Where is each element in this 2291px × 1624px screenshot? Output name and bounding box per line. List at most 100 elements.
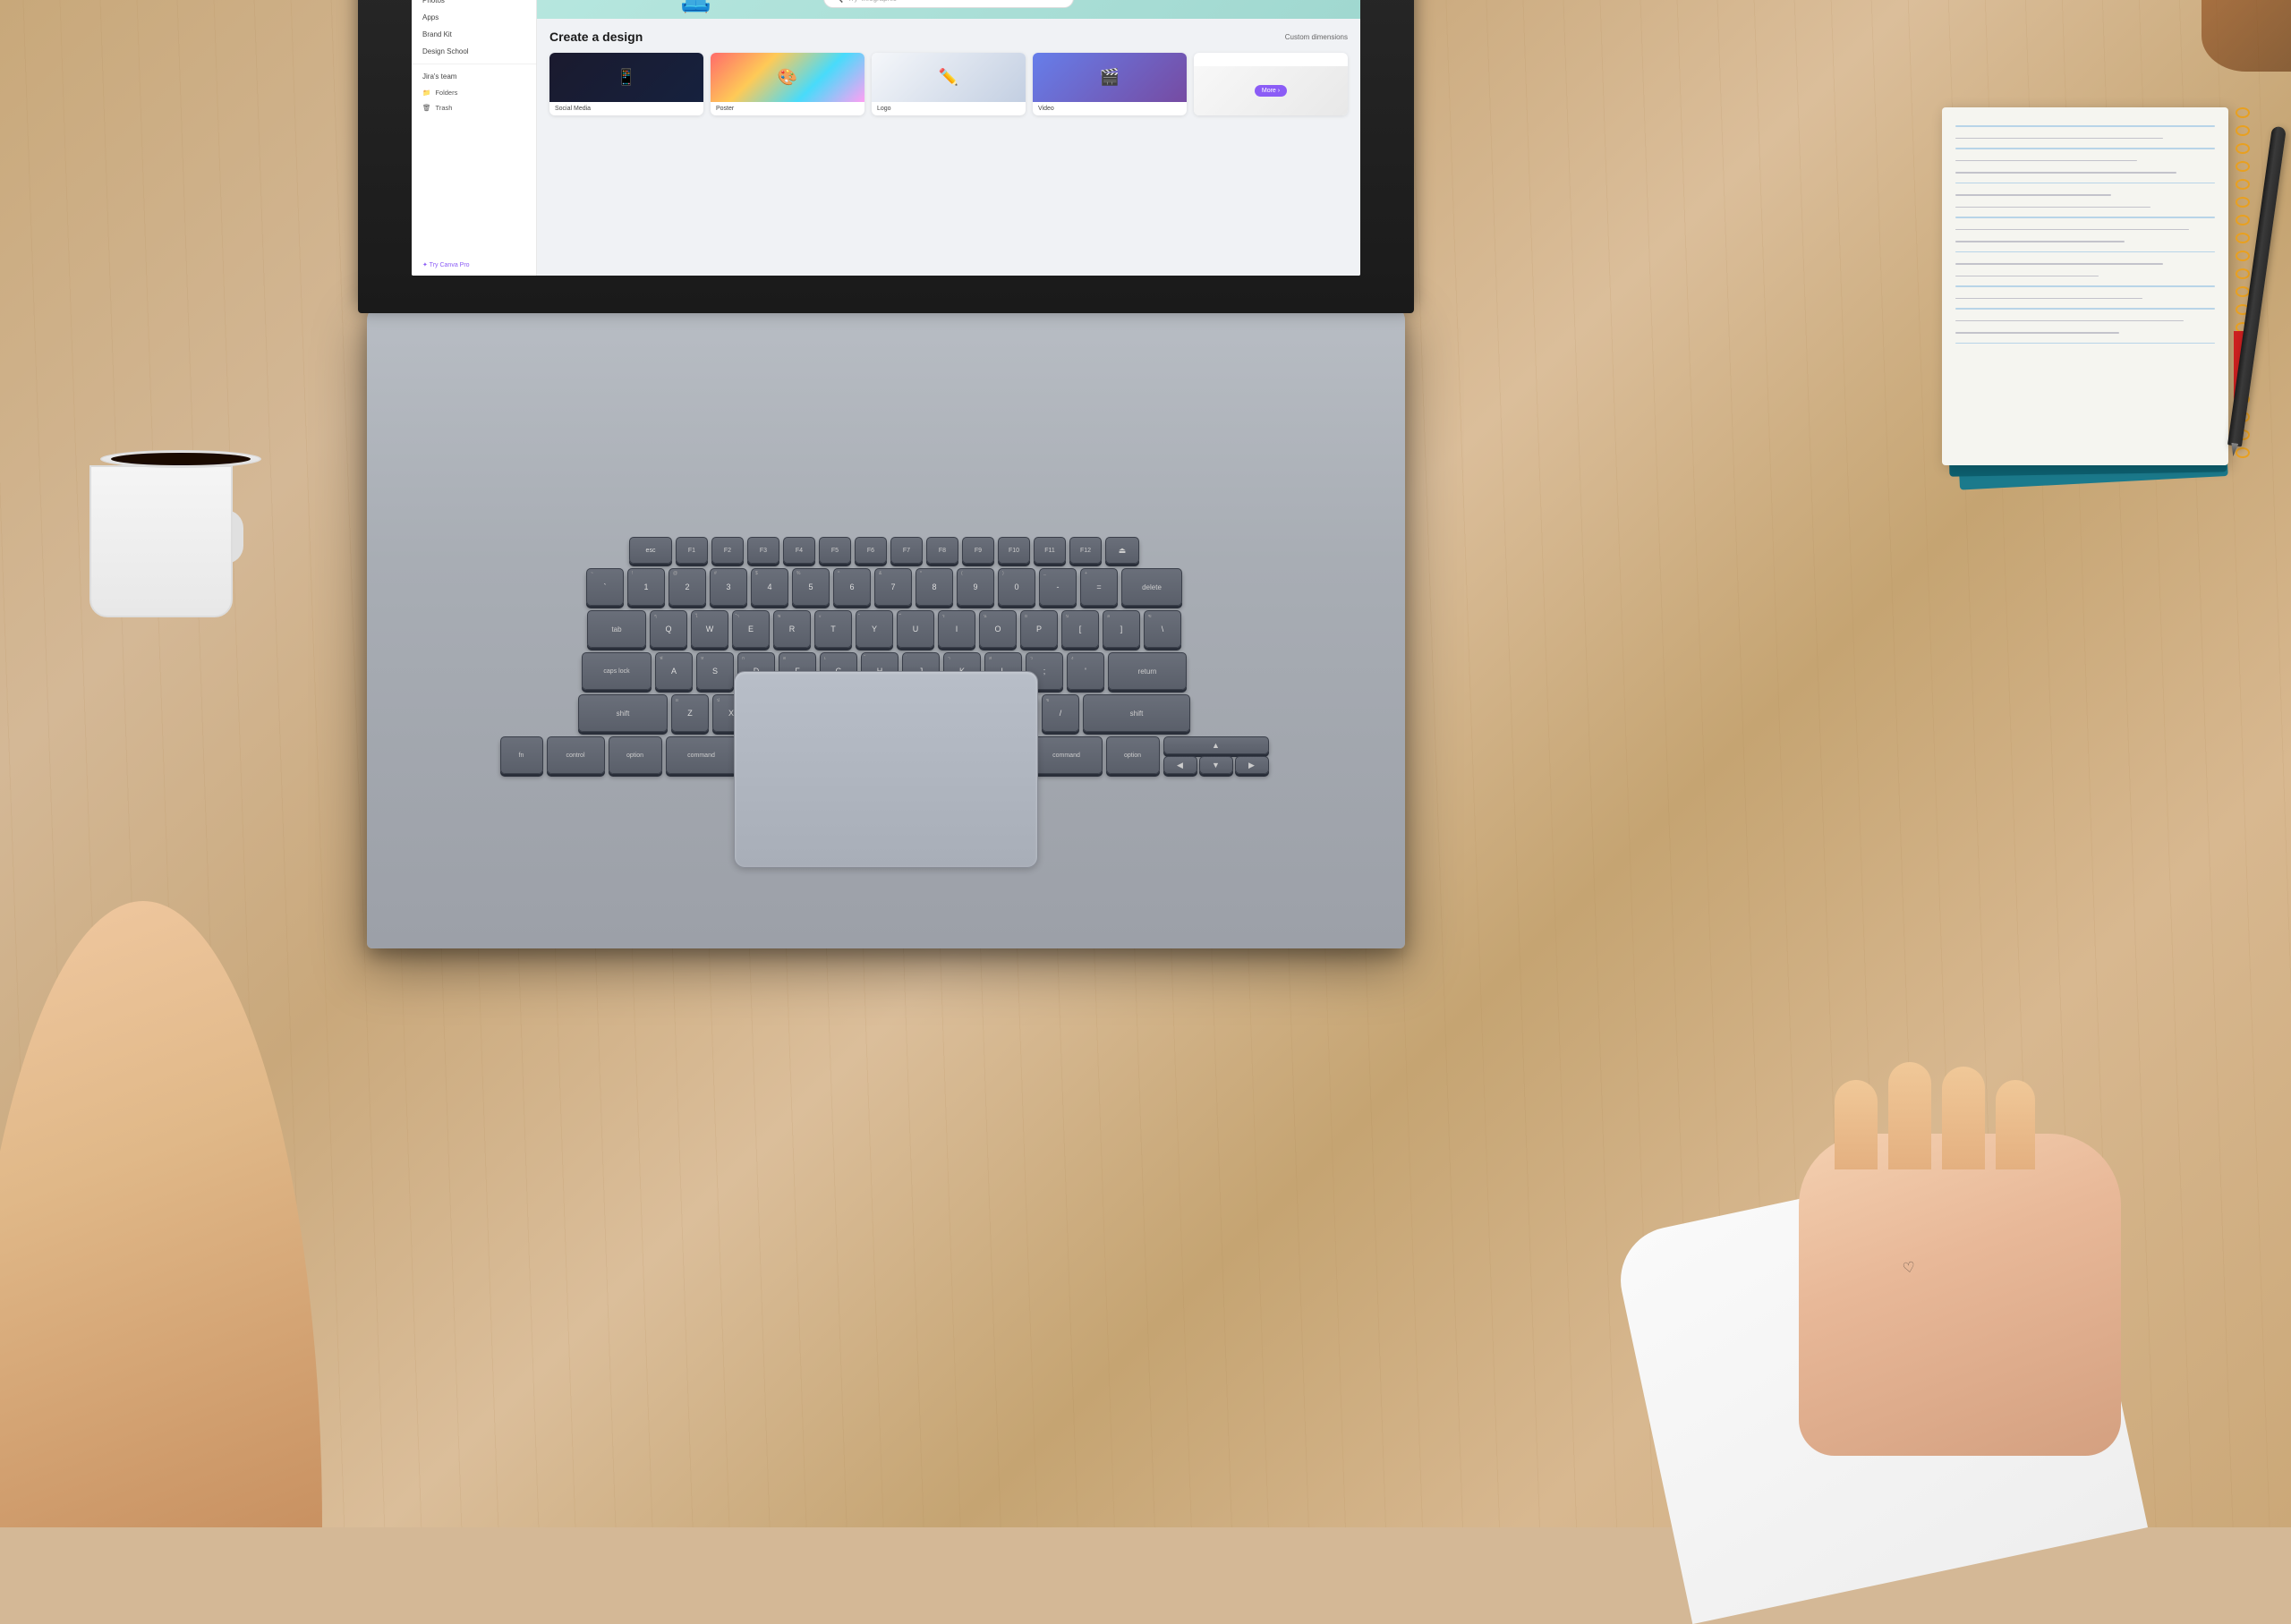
key-r[interactable]: พR xyxy=(773,610,811,648)
key-w[interactable]: ไW xyxy=(691,610,728,648)
section-title: Create a design xyxy=(549,30,643,44)
hand-skin xyxy=(1799,1134,2121,1456)
key-equals[interactable]: += xyxy=(1080,568,1118,606)
template-card-video[interactable]: 🎬 Video xyxy=(1033,53,1187,115)
template-thumb-social: 📱 xyxy=(549,53,703,102)
key-4[interactable]: $4 xyxy=(751,568,788,606)
key-f9[interactable]: F9 xyxy=(962,537,994,564)
key-2[interactable]: @2 xyxy=(669,568,706,606)
key-f5[interactable]: F5 xyxy=(819,537,851,564)
cup-coffee xyxy=(111,453,251,465)
key-return[interactable]: return xyxy=(1108,652,1187,690)
key-6[interactable]: ^6 xyxy=(833,568,871,606)
key-p[interactable]: ยP xyxy=(1020,610,1058,648)
template-card-logo[interactable]: ✏️ Logo xyxy=(872,53,1026,115)
key-delete[interactable]: delete xyxy=(1121,568,1182,606)
key-0[interactable]: )0 xyxy=(998,568,1035,606)
key-backslash[interactable]: ฃ\ xyxy=(1144,610,1181,648)
key-option-left[interactable]: option xyxy=(609,736,662,774)
key-minus[interactable]: _- xyxy=(1039,568,1077,606)
key-shift-left[interactable]: shift xyxy=(578,694,668,732)
key-f2[interactable]: F2 xyxy=(711,537,744,564)
key-f6[interactable]: F6 xyxy=(855,537,887,564)
key-fn[interactable]: fn xyxy=(500,736,543,774)
canva-sidebar: J Jira Creative Home Create a design All… xyxy=(412,0,537,276)
key-arrow-left[interactable]: ◀ xyxy=(1163,756,1197,774)
key-1[interactable]: !1 xyxy=(627,568,665,606)
key-a[interactable]: ฟA xyxy=(655,652,693,690)
key-f4[interactable]: F4 xyxy=(783,537,815,564)
key-y[interactable]: ัY xyxy=(856,610,893,648)
key-3[interactable]: #3 xyxy=(710,568,747,606)
key-f3[interactable]: F3 xyxy=(747,537,779,564)
number-key-row: ~` !1 @2 #3 $4 %5 ^6 &7 *8 (9 )0 _- += d… xyxy=(419,568,1350,606)
key-f8[interactable]: F8 xyxy=(926,537,958,564)
template-card-poster[interactable]: 🎨 Poster xyxy=(711,53,864,115)
key-f11[interactable]: F11 xyxy=(1034,537,1066,564)
key-slash[interactable]: ข/ xyxy=(1042,694,1079,732)
template-card-social[interactable]: 📱 Social Media xyxy=(549,53,703,115)
key-f7[interactable]: F7 xyxy=(890,537,923,564)
key-backtick[interactable]: ~` xyxy=(586,568,624,606)
template-thumb-poster: 🎨 xyxy=(711,53,864,102)
key-bracket-r[interactable]: ล] xyxy=(1103,610,1140,648)
key-8[interactable]: *8 xyxy=(916,568,953,606)
key-quote[interactable]: ง' xyxy=(1067,652,1104,690)
key-command-right[interactable]: command xyxy=(1031,736,1103,774)
hand-right-container: ♡ xyxy=(1629,955,2148,1527)
heart-tattoo: ♡ xyxy=(1901,1258,1917,1278)
folder-icon: 📁 xyxy=(422,89,430,97)
key-9[interactable]: (9 xyxy=(957,568,994,606)
key-shift-right[interactable]: shift xyxy=(1083,694,1190,732)
search-placeholder: Try 'Infographic' xyxy=(847,0,898,3)
key-esc[interactable]: esc xyxy=(629,537,672,564)
trackpad[interactable] xyxy=(734,671,1038,868)
try-pro-button[interactable]: ✦ Try Canva Pro xyxy=(412,254,536,276)
finger-4 xyxy=(1996,1080,2035,1169)
nav-photos[interactable]: Photos xyxy=(412,0,536,9)
key-arrow-down[interactable]: ▼ xyxy=(1199,756,1233,774)
template-card-more[interactable]: More › xyxy=(1194,53,1348,115)
template-label-logo: Logo xyxy=(872,102,1026,115)
key-s[interactable]: หS xyxy=(696,652,734,690)
key-7[interactable]: &7 xyxy=(874,568,912,606)
key-f12[interactable]: F12 xyxy=(1069,537,1102,564)
key-power[interactable]: ⏏ xyxy=(1105,537,1139,564)
keyboard-area: esc F1 F2 F3 F4 F5 F6 F7 F8 F9 F10 F11 F… xyxy=(392,519,1380,904)
nav-trash[interactable]: 🗑 Trash xyxy=(412,100,536,115)
fn-key-row: esc F1 F2 F3 F4 F5 F6 F7 F8 F9 F10 F11 F… xyxy=(419,537,1350,564)
key-arrow-up[interactable]: ▲ xyxy=(1163,736,1269,754)
nav-brand-kit[interactable]: Brand Kit xyxy=(412,26,536,43)
template-thumb-logo: ✏️ xyxy=(872,53,1026,102)
key-f1[interactable]: F1 xyxy=(676,537,708,564)
nav-design-school[interactable]: Design School xyxy=(412,43,536,60)
key-command-left[interactable]: command xyxy=(666,736,737,774)
qwerty-key-row: tab ๆQ ไW ำE พR ะT ัY ีU รI นO ยP บ[ ล] … xyxy=(419,610,1350,648)
key-5[interactable]: %5 xyxy=(792,568,830,606)
key-o[interactable]: นO xyxy=(979,610,1017,648)
key-f10[interactable]: F10 xyxy=(998,537,1030,564)
key-tab[interactable]: tab xyxy=(587,610,646,648)
key-u[interactable]: ีU xyxy=(897,610,934,648)
key-arrow-right[interactable]: ▶ xyxy=(1235,756,1269,774)
nav-apps[interactable]: Apps xyxy=(412,9,536,26)
finger-3 xyxy=(1942,1067,1985,1169)
nav-team[interactable]: Jira's team xyxy=(412,68,536,85)
key-e[interactable]: ำE xyxy=(732,610,770,648)
key-option-right[interactable]: option xyxy=(1106,736,1160,774)
key-z[interactable]: ผZ xyxy=(671,694,709,732)
create-design-section: Create a design Custom dimensions 📱 Soci… xyxy=(537,19,1360,126)
nav-folders[interactable]: 📁 Folders xyxy=(412,85,536,100)
corner-cup-decoration xyxy=(2202,0,2291,72)
notebook-lines xyxy=(1942,107,2228,361)
key-caps-lock[interactable]: caps lock xyxy=(582,652,652,690)
more-button[interactable]: More › xyxy=(1255,85,1287,97)
laptop-lid: J Jira Creative Home Create a design All… xyxy=(358,0,1414,313)
custom-dimensions-link[interactable]: Custom dimensions xyxy=(1285,33,1348,41)
key-i[interactable]: รI xyxy=(938,610,975,648)
key-t[interactable]: ะT xyxy=(814,610,852,648)
key-q[interactable]: ๆQ xyxy=(650,610,687,648)
key-bracket-l[interactable]: บ[ xyxy=(1061,610,1099,648)
hero-illust-5: 🛋️ xyxy=(680,0,711,14)
key-control[interactable]: control xyxy=(547,736,605,774)
